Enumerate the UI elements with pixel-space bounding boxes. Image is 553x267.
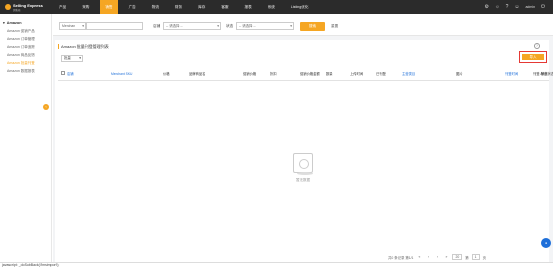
sidebar-collapse-icon[interactable]: ‹: [43, 104, 49, 110]
keyword-input[interactable]: [86, 22, 143, 30]
status-select-value: -- 请选择 --: [239, 24, 256, 28]
chat-float-icon[interactable]: ●: [541, 238, 551, 248]
column-header[interactable]: Merchant SKU: [111, 72, 132, 76]
nav-item[interactable]: 报表: [240, 0, 257, 14]
empty-state: 暂无数据: [283, 153, 323, 183]
shop-label: 店铺: [153, 24, 161, 28]
go-button[interactable]: 页: [483, 255, 486, 260]
card-title: Amazon 批量刊登管理列表: [58, 44, 109, 49]
column-header[interactable]: 系统状态: [541, 72, 553, 76]
column-header[interactable]: 品牌商品名: [189, 72, 205, 76]
search-button[interactable]: 搜索: [300, 22, 325, 31]
empty-document-icon: [293, 153, 313, 175]
type-select[interactable]: Merchan ▾: [59, 22, 86, 30]
nav-item[interactable]: 财务: [170, 0, 187, 14]
nav-item[interactable]: 客服: [216, 0, 233, 14]
sidebar-list: Amazon 促销产品 Amazon 订单管理 Amazon 订单追踪 Amazon …: [0, 27, 51, 75]
chevron-down-icon: ▾: [3, 21, 5, 25]
column-header[interactable]: 促销价格: [243, 72, 256, 76]
brand-name: Selling Express: [13, 2, 43, 8]
status-label: 状态: [226, 24, 234, 28]
nav-item[interactable]: 销售: [100, 0, 118, 14]
help-circle-icon[interactable]: ?: [506, 0, 509, 14]
reset-link[interactable]: 重置: [331, 22, 338, 31]
sidebar-item[interactable]: Amazon 订单追踪: [0, 43, 51, 51]
column-header[interactable]: 折扣: [270, 72, 277, 76]
shop-select-value: -- 请选择 --: [166, 24, 183, 28]
last-page-icon[interactable]: »: [443, 254, 449, 260]
help-icon[interactable]: ?: [534, 43, 540, 49]
type-select-value: Merchan: [62, 24, 76, 28]
logo-mark-icon: [5, 4, 11, 10]
first-page-icon[interactable]: «: [416, 254, 422, 260]
pagination-summary: 共0 条记录 第1/1: [388, 255, 414, 260]
select-all-checkbox[interactable]: [61, 71, 65, 75]
sidebar-item[interactable]: Amazon 促销产品: [0, 27, 51, 35]
user-icon[interactable]: ☺: [514, 0, 519, 14]
page-label: 第: [465, 255, 469, 260]
top-navigation-bar: Selling Express 销售易 产品 采购 销售 广告 物流 财务 库存 客服 报表 系统…: [0, 0, 553, 14]
sidebar-item[interactable]: Amazon 数据报表: [0, 67, 51, 75]
table-header: 店铺 Merchant SKU 价格 品牌商品名 促销价格 折扣 促销价格金额 数量 上传时间 已…: [58, 67, 553, 81]
main-menu: 产品 采购 销售 广告 物流 财务 库存 客服 报表 系统 Listing优化: [54, 0, 319, 14]
page-size-select[interactable]: 20: [452, 254, 463, 260]
chevron-down-icon: ▾: [82, 24, 84, 28]
top-right-tools: ⚙ ☼ ? ☺ admin ⏻: [485, 0, 545, 14]
column-header[interactable]: 店铺: [67, 72, 74, 76]
nav-item[interactable]: 采购: [77, 0, 94, 14]
main-content: Merchan ▾ 店铺 -- 请选择 -- ▾ 状态 -- 请选择 -- ▾ …: [53, 14, 553, 267]
prev-page-icon[interactable]: ‹: [425, 254, 431, 260]
column-header[interactable]: 已刊登: [376, 72, 386, 76]
current-user[interactable]: admin: [525, 5, 535, 9]
nav-item[interactable]: 库存: [193, 0, 210, 14]
column-header[interactable]: 价格: [163, 72, 170, 76]
brand-logo[interactable]: Selling Express 销售易: [0, 0, 44, 14]
status-bar: javascript: _doSubBack('/lmsimport');: [0, 262, 553, 267]
sidebar: ▾ Amazon Amazon 促销产品 Amazon 订单管理 Amazon 订单…: [0, 14, 52, 262]
shop-select[interactable]: -- 请选择 -- ▾: [163, 22, 221, 30]
list-card: Amazon 批量刊登管理列表 ? 批量 ▾ 导入 店铺 Merchant SKU…: [55, 40, 553, 267]
sidebar-group-label: Amazon: [6, 21, 22, 25]
nav-item[interactable]: 系统: [263, 0, 280, 14]
sidebar-item[interactable]: Amazon 订单管理: [0, 35, 51, 43]
import-highlight: 导入: [519, 51, 547, 63]
column-header[interactable]: 促销价格金额: [300, 72, 320, 76]
chevron-down-icon: ▾: [290, 24, 292, 28]
column-header[interactable]: 刊登时间: [505, 72, 518, 76]
import-button[interactable]: 导入: [522, 54, 544, 60]
chevron-down-icon: ▾: [79, 56, 81, 60]
sidebar-item[interactable]: Amazon 批量刊登: [0, 59, 51, 67]
column-header[interactable]: 主营类目: [402, 72, 415, 76]
next-page-icon[interactable]: ›: [434, 254, 440, 260]
empty-text: 暂无数据: [296, 178, 310, 182]
pagination: 共0 条记录 第1/1 « ‹ › » 20 第 1 页: [388, 253, 486, 261]
nav-item[interactable]: 物流: [147, 0, 164, 14]
nav-item[interactable]: 广告: [124, 0, 141, 14]
chevron-down-icon: ▾: [217, 24, 219, 28]
bell-icon[interactable]: ☼: [495, 0, 500, 14]
nav-item[interactable]: Listing优化: [286, 0, 314, 14]
filter-bar: Merchan ▾ 店铺 -- 请选择 -- ▾ 状态 -- 请选择 -- ▾ …: [53, 14, 553, 36]
nav-item[interactable]: 产品: [54, 0, 71, 14]
sidebar-item[interactable]: Amazon 商品反馈: [0, 51, 51, 59]
column-header[interactable]: 数量: [326, 72, 333, 76]
settings-icon[interactable]: ⚙: [485, 0, 489, 14]
batch-operation-select[interactable]: 批量 ▾: [61, 55, 83, 62]
column-header[interactable]: 图片: [456, 72, 463, 76]
batch-operation-value: 批量: [64, 56, 71, 60]
column-header[interactable]: 上传时间: [350, 72, 363, 76]
status-select[interactable]: -- 请选择 -- ▾: [236, 22, 294, 30]
logout-icon[interactable]: ⏻: [541, 0, 545, 14]
page-number-input[interactable]: 1: [471, 254, 480, 260]
sidebar-group-amazon[interactable]: ▾ Amazon: [0, 14, 51, 25]
brand-subtitle: 销售易: [13, 8, 21, 12]
